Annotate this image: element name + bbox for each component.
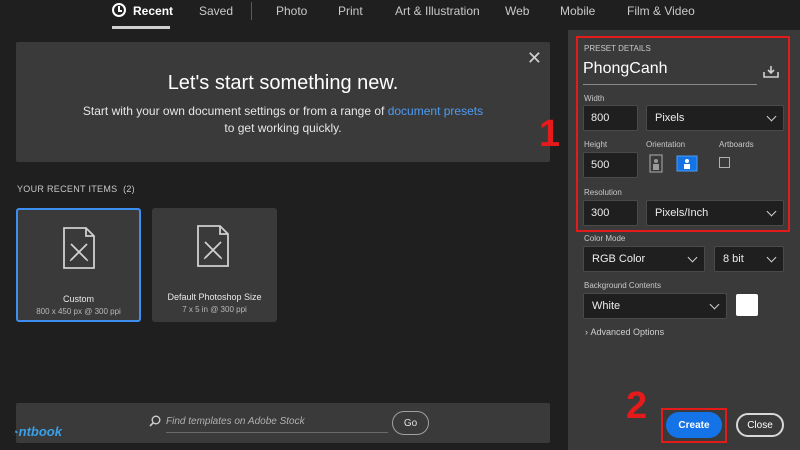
tab-film-video[interactable]: Film & Video	[627, 4, 695, 18]
active-tab-underline	[112, 26, 170, 29]
banner-subtitle: Start with your own document settings or…	[76, 103, 490, 137]
annotation-box-preset	[576, 36, 790, 232]
recent-item-default-size[interactable]: Default Photoshop Size 7 x 5 in @ 300 pp…	[152, 208, 277, 322]
chevron-down-icon	[687, 252, 698, 263]
banner-title: Let's start something new.	[167, 72, 399, 94]
tab-saved[interactable]: Saved	[199, 4, 233, 18]
background-contents-label: Background Contents	[584, 281, 661, 290]
banner-subtitle-text: Start with your own document settings or…	[82, 104, 388, 118]
chevron-down-icon	[766, 252, 777, 263]
tab-mobile[interactable]: Mobile	[560, 4, 595, 18]
clock-icon	[112, 3, 126, 17]
tab-divider	[251, 2, 252, 20]
stock-search-input[interactable]	[166, 411, 388, 433]
tab-art-illustration[interactable]: Art & Illustration	[395, 4, 480, 18]
advanced-options-label: Advanced Options	[590, 327, 665, 337]
color-mode-select[interactable]: RGB Color	[583, 246, 705, 272]
recent-item-name: Default Photoshop Size	[167, 292, 262, 302]
color-mode-label: Color Mode	[584, 234, 626, 243]
recent-item-custom[interactable]: Custom 800 x 450 px @ 300 ppi	[16, 208, 141, 322]
bit-depth-select[interactable]: 8 bit	[714, 246, 784, 272]
stock-search-bar: Go	[16, 403, 550, 443]
advanced-options-toggle[interactable]: › Advanced Options	[585, 327, 664, 337]
welcome-banner: ✕ Let's start something new. Start with …	[16, 42, 550, 162]
search-icon	[149, 415, 161, 427]
close-button[interactable]: Close	[736, 413, 784, 437]
watermark-logo: ◔ntbook	[12, 424, 62, 439]
logo-text: ntbook	[18, 424, 62, 439]
recent-items-title: YOUR RECENT ITEMS	[17, 184, 118, 194]
document-type-tabs: Recent Saved Photo Print Art & Illustrat…	[0, 0, 800, 30]
recent-items-heading: YOUR RECENT ITEMS (2)	[17, 184, 135, 194]
logo-mark-icon: ◔	[12, 427, 19, 439]
recent-item-detail: 800 x 450 px @ 300 ppi	[36, 307, 121, 316]
recent-item-name: Custom	[62, 294, 94, 304]
banner-subtitle-end: to get working quickly.	[224, 121, 342, 135]
color-mode-value: RGB Color	[592, 253, 646, 265]
tab-recent[interactable]: Recent	[133, 4, 173, 18]
annotation-number-one: 1	[539, 113, 561, 155]
chevron-right-icon: ›	[585, 327, 588, 337]
background-contents-select[interactable]: White	[583, 293, 727, 319]
document-icon	[63, 227, 95, 269]
background-contents-value: White	[592, 300, 621, 312]
background-color-swatch[interactable]	[736, 294, 758, 316]
chevron-down-icon	[709, 299, 720, 310]
annotation-number-two: 2	[626, 385, 648, 427]
tab-web[interactable]: Web	[505, 4, 529, 18]
document-presets-link[interactable]: document presets	[388, 104, 483, 118]
tab-print[interactable]: Print	[338, 4, 363, 18]
go-button[interactable]: Go	[392, 411, 429, 435]
document-icon	[197, 225, 229, 267]
bit-depth-value: 8 bit	[723, 253, 744, 265]
annotation-box-create	[661, 408, 727, 443]
recent-items-count: (2)	[123, 184, 135, 194]
recent-item-detail: 7 x 5 in @ 300 ppi	[182, 305, 247, 314]
tab-photo[interactable]: Photo	[276, 4, 307, 18]
close-icon[interactable]: ✕	[527, 48, 542, 69]
